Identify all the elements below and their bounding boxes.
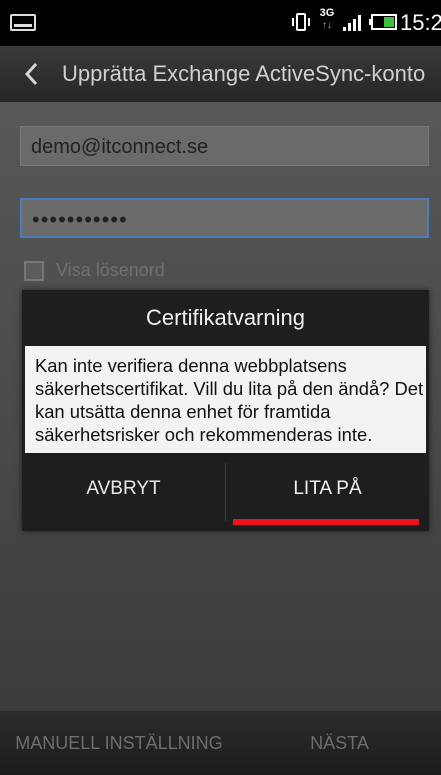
next-button[interactable]: NÄSTA (238, 711, 441, 775)
page-title: Upprätta Exchange ActiveSync-konto (62, 61, 426, 86)
dialog-message: Kan inte verifiera denna webbplatsens sä… (25, 346, 426, 453)
password-field[interactable]: ••••••••••• (20, 198, 429, 238)
highlight-underline (233, 519, 419, 525)
status-bar: 3G ↑↓ 15:28 (0, 0, 441, 46)
bottom-bar: MANUELL INSTÄLLNING NÄSTA (0, 710, 441, 775)
phone-screen: 3G ↑↓ 15:28 Upprätta Exchange ActiveSync… (0, 0, 441, 775)
clock: 15:28 (400, 10, 441, 35)
dialog-title: Certifikatvarning (146, 305, 305, 330)
vibrate-icon (292, 13, 310, 31)
chevron-left-icon[interactable] (24, 62, 38, 86)
action-bar: Upprätta Exchange ActiveSync-konto (0, 46, 441, 102)
screenshot-icon (10, 14, 36, 31)
cancel-button[interactable]: AVBRYT (22, 453, 225, 531)
certificate-warning-dialog: Certifikatvarning Kan inte verifiera den… (22, 290, 429, 531)
battery-icon (369, 14, 397, 30)
network-type-label: 3G (319, 7, 335, 19)
email-field[interactable]: demo@itconnect.se (20, 126, 429, 166)
network-3g-icon: 3G ↑↓ (319, 7, 335, 31)
signal-icon (343, 15, 361, 31)
show-password-label: Visa lösenord (56, 260, 165, 280)
manual-settings-button[interactable]: MANUELL INSTÄLLNING (0, 711, 238, 775)
show-password-checkbox[interactable] (24, 261, 44, 281)
